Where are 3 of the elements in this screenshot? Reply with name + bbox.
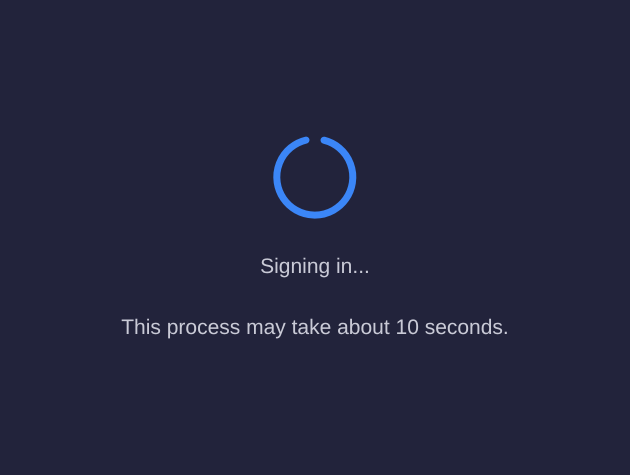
loading-spinner-icon <box>272 134 358 220</box>
status-message: This process may take about 10 seconds. <box>121 314 509 340</box>
status-title: Signing in... <box>260 254 370 280</box>
